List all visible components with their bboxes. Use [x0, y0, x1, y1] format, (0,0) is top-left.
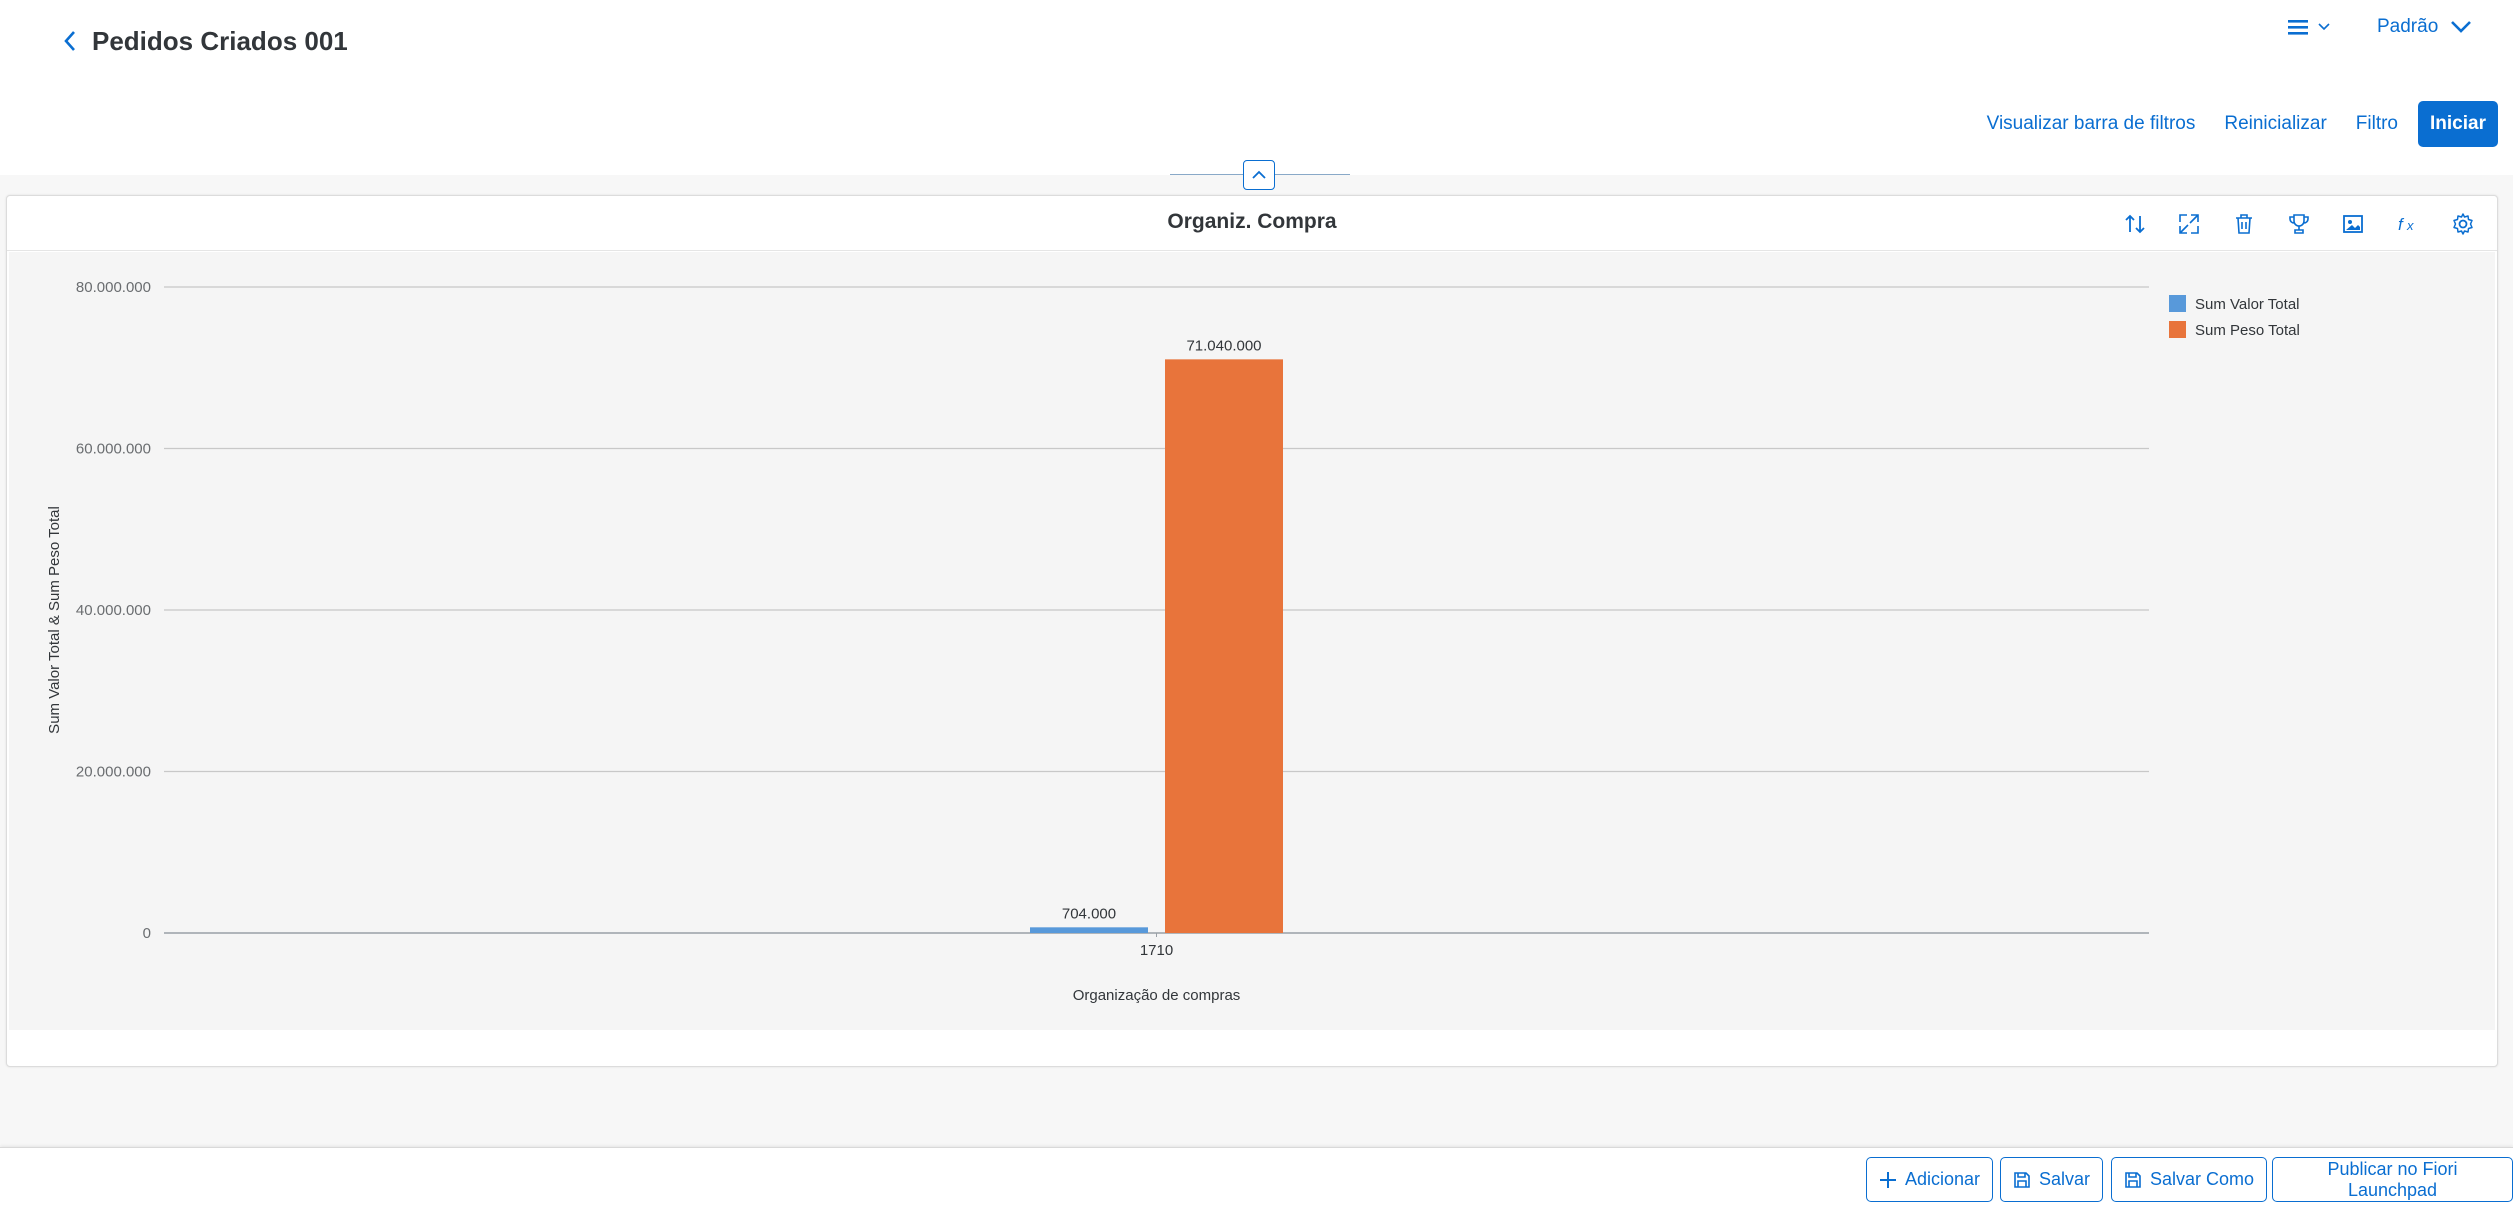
y-tick-label: 80.000.000 — [76, 279, 151, 296]
publish-button-label: Publicar no Fiori Launchpad — [2327, 1158, 2458, 1200]
legend-label: Sum Valor Total — [2195, 296, 2300, 313]
y-tick-label: 60.000.000 — [76, 441, 151, 458]
publish-launchpad-button[interactable]: Publicar no Fiori Launchpad — [2272, 1157, 2513, 1202]
trophy-icon[interactable] — [2283, 208, 2315, 240]
reset-button[interactable]: Reinicializar — [2224, 113, 2326, 135]
save-icon — [2014, 1171, 2030, 1188]
save-button-label: Salvar — [2039, 1169, 2091, 1189]
chevron-left-icon — [64, 31, 75, 51]
variant-label: Padrão — [2377, 16, 2439, 37]
sort-icon[interactable] — [2119, 208, 2151, 240]
save-as-button[interactable]: Salvar Como — [2111, 1157, 2268, 1202]
variant-selector[interactable]: Padrão — [2377, 12, 2472, 42]
y-tick-label: 0 — [143, 925, 151, 942]
x-axis-label: Organização de compras — [1073, 987, 1241, 1004]
plus-icon — [1880, 1171, 1896, 1188]
data-label: 71.040.000 — [1186, 337, 1261, 354]
go-button[interactable]: Iniciar — [2418, 101, 2498, 147]
save-button[interactable]: Salvar — [2000, 1157, 2104, 1202]
formula-icon[interactable]: fx — [2392, 208, 2424, 240]
bar-sum-peso-total[interactable] — [1165, 359, 1283, 933]
settings-icon[interactable] — [2447, 208, 2479, 240]
y-axis-label: Sum Valor Total & Sum Peso Total — [46, 506, 63, 734]
page-header: Pedidos Criados 001 Padrão Visualizar ba… — [0, 0, 2513, 175]
collapse-header-button[interactable] — [1243, 160, 1275, 190]
expand-icon[interactable] — [2173, 208, 2205, 240]
add-button[interactable]: Adicionar — [1866, 1157, 1994, 1202]
chart-area: 0 20.000.000 40.000.000 60.000.000 80.000.00… — [9, 252, 2495, 1030]
legend-swatch — [2169, 295, 2186, 312]
y-tick-label: 20.000.000 — [76, 764, 151, 781]
svg-text:f: f — [2398, 215, 2405, 234]
menu-button[interactable] — [2287, 12, 2331, 42]
filter-button[interactable]: Filtro — [2356, 113, 2398, 135]
filter-actions: Visualizar barra de filtros Reinicializa… — [1958, 101, 2498, 147]
back-button[interactable] — [56, 24, 84, 58]
save-icon — [2125, 1171, 2141, 1188]
footer-toolbar: Adicionar Salvar Salvar Como Publicar no… — [0, 1147, 2513, 1212]
legend-swatch — [2169, 321, 2186, 338]
chevron-up-icon — [1252, 170, 1266, 179]
save-as-button-label: Salvar Como — [2150, 1169, 2255, 1189]
x-tick-label: 1710 — [1140, 942, 1173, 959]
chevron-down-icon — [2451, 21, 2472, 33]
chevron-down-icon — [2318, 23, 2330, 31]
svg-text:x: x — [2406, 218, 2414, 233]
add-button-label: Adicionar — [1905, 1169, 1981, 1189]
page-title: Pedidos Criados 001 — [92, 26, 348, 56]
chart-toolbar: Organiz. Compra fx — [7, 196, 2497, 251]
chart-card: Organiz. Compra fx 0 20.000.000 40.000.000… — [6, 195, 2498, 1067]
image-icon[interactable] — [2337, 208, 2369, 240]
hamburger-icon — [2288, 20, 2308, 35]
legend-label: Sum Peso Total — [2195, 322, 2300, 339]
y-tick-label: 40.000.000 — [76, 602, 151, 619]
chart-legend: Sum Valor Total Sum Peso Total — [2169, 295, 2300, 339]
show-filter-bar-button[interactable]: Visualizar barra de filtros — [1987, 113, 2196, 135]
data-label: 704.000 — [1062, 905, 1116, 922]
delete-icon[interactable] — [2228, 208, 2260, 240]
bar-chart: 0 20.000.000 40.000.000 60.000.000 80.000.00… — [46, 279, 2300, 1004]
bar-sum-valor-total[interactable] — [1030, 927, 1148, 933]
